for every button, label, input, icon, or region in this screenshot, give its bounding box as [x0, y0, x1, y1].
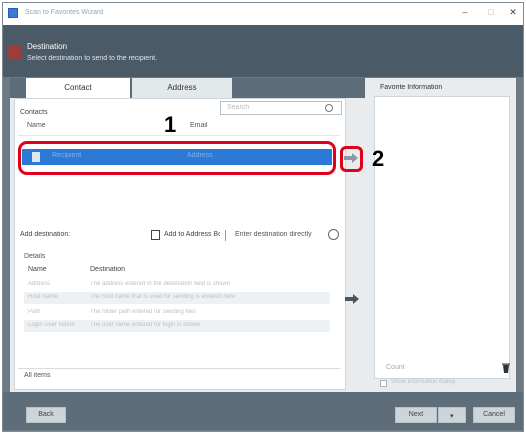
- search-input[interactable]: Search: [220, 101, 342, 115]
- minimize-button[interactable]: –: [455, 7, 475, 21]
- destination-icon: [8, 45, 22, 59]
- details-row: Host Name The host name that is used for…: [24, 292, 330, 304]
- enter-destination-button[interactable]: Enter destination directly: [235, 231, 323, 241]
- address-book-icon: [151, 230, 160, 240]
- refresh-icon[interactable]: [328, 229, 339, 240]
- header-title: Destination: [27, 42, 68, 51]
- details-row-value: The user name entered for login is shown: [90, 322, 201, 328]
- details-name-value: Destination: [90, 266, 126, 273]
- step2-number: 2: [372, 146, 385, 171]
- title-bar: Scan to Favorites Wizard – □ ✕: [3, 3, 523, 25]
- favorite-list-panel: [374, 96, 510, 379]
- list-bottom-divider: [18, 368, 340, 369]
- column-name[interactable]: Name: [27, 122, 107, 133]
- details-row-label: Address: [28, 281, 51, 287]
- details-title: Details: [24, 253, 46, 260]
- maximize-button[interactable]: □: [481, 7, 501, 21]
- step1-number: 1: [164, 112, 177, 137]
- close-button[interactable]: ✕: [503, 7, 523, 21]
- wizard-header: Destination Select destination to send t…: [3, 25, 523, 77]
- tab-address[interactable]: Address: [132, 78, 232, 98]
- details-row: Address The address entered in the desti…: [24, 279, 330, 291]
- step2-highlight: [340, 146, 363, 172]
- add-destination-label: Add destination:: [20, 231, 71, 238]
- step1-highlight: [18, 141, 336, 175]
- column-email[interactable]: Email: [190, 122, 270, 133]
- next-button[interactable]: Next: [395, 407, 437, 423]
- favorite-count-label: Count: [386, 364, 405, 371]
- details-row-value: The address entered in the destination f…: [90, 281, 231, 287]
- tab-contact[interactable]: Contact: [26, 78, 130, 98]
- details-row-value: The folder path entered for sending file…: [90, 309, 197, 315]
- details-name-label: Name: [28, 266, 47, 273]
- details-row-label: Path: [28, 309, 41, 315]
- back-button[interactable]: Back: [26, 407, 66, 423]
- next-dropdown-button[interactable]: ▾: [438, 407, 466, 423]
- add-details-arrow-icon[interactable]: [343, 291, 361, 307]
- app-icon: [8, 8, 18, 18]
- show-info-checkbox[interactable]: [380, 380, 387, 387]
- details-row-label: Host Name: [28, 294, 59, 300]
- trash-icon: [502, 363, 510, 373]
- section-label: Contacts: [20, 109, 48, 116]
- header-subtitle: Select destination to send to the recipi…: [27, 55, 157, 62]
- details-row: Login User Name The user name entered fo…: [24, 320, 330, 332]
- separator-bar: [225, 230, 226, 241]
- all-items-label: All items: [24, 372, 51, 379]
- chevron-down-icon: ▾: [450, 413, 454, 420]
- details-row: Path The folder path entered for sending…: [24, 307, 330, 319]
- window-title: Scan to Favorites Wizard: [25, 9, 104, 16]
- details-row-label: Login User Name: [28, 322, 75, 328]
- details-row-value: The host name that is used for sending i…: [90, 294, 236, 300]
- search-placeholder: Search: [227, 104, 250, 111]
- add-to-address-book-button[interactable]: Add to Address Book: [164, 231, 220, 241]
- search-icon: [325, 104, 333, 112]
- cancel-button[interactable]: Cancel: [473, 407, 515, 423]
- details-name-row: Name Destination: [24, 264, 330, 277]
- show-info-checkbox-label: Show information dialog: [391, 379, 456, 385]
- arrow-right-icon: [345, 294, 359, 304]
- favorite-info-title: Favorite Information: [380, 84, 443, 91]
- delete-icon[interactable]: [502, 363, 510, 373]
